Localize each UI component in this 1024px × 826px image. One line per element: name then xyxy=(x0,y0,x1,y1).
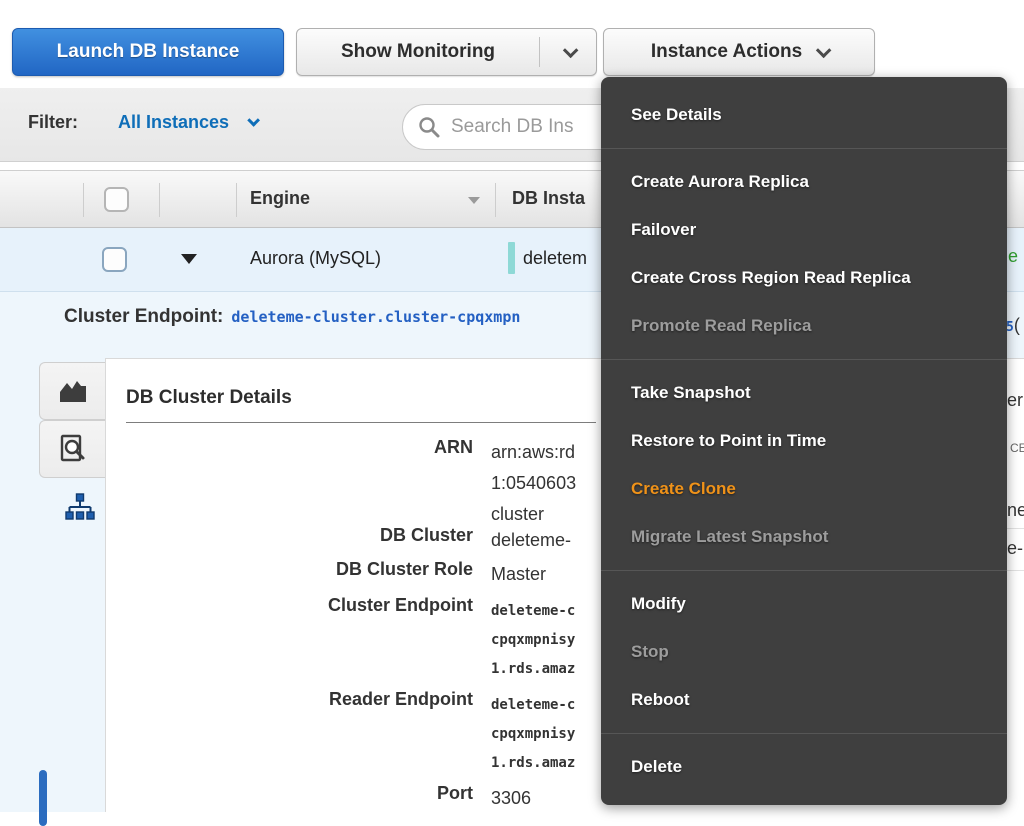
field-value-arn: arn:aws:rd 1:0540603 cluster xyxy=(491,437,576,530)
menu-divider xyxy=(601,359,1007,360)
chevron-down-icon xyxy=(247,114,260,127)
menu-item-delete[interactable]: Delete xyxy=(601,743,1007,791)
monitoring-chart-icon xyxy=(58,378,88,404)
show-monitoring-button[interactable]: Show Monitoring xyxy=(296,28,597,76)
field-value-db-cluster: deleteme- xyxy=(491,525,571,556)
log-search-icon xyxy=(59,434,87,464)
instance-filter-value: All Instances xyxy=(118,112,229,133)
tab-monitoring[interactable] xyxy=(39,362,105,420)
sort-caret-icon[interactable] xyxy=(468,197,480,204)
menu-item-stop: Stop xyxy=(601,628,1007,676)
menu-item-see-details[interactable]: See Details xyxy=(601,91,1007,139)
menu-item-take-snapshot[interactable]: Take Snapshot xyxy=(601,369,1007,417)
search-icon xyxy=(417,115,441,139)
field-label-db-cluster: DB Cluster xyxy=(213,525,473,546)
value-tail-fragment-2: e- xyxy=(1007,538,1023,559)
field-label-reader-endpoint: Reader Endpoint xyxy=(213,689,473,710)
filter-label: Filter: xyxy=(28,112,78,133)
menu-item-migrate-latest-snapshot: Migrate Latest Snapshot xyxy=(601,513,1007,561)
menu-item-modify[interactable]: Modify xyxy=(601,580,1007,628)
instance-actions-menu: See Details Create Aurora Replica Failov… xyxy=(601,77,1007,805)
tab-cluster-topology[interactable] xyxy=(47,478,113,536)
field-label-db-cluster-role: DB Cluster Role xyxy=(213,559,473,580)
menu-item-restore-to-point-in-time[interactable]: Restore to Point in Time xyxy=(601,417,1007,465)
menu-item-failover[interactable]: Failover xyxy=(601,206,1007,254)
toolbar: Launch DB Instance Show Monitoring Insta… xyxy=(0,0,1024,88)
search-input[interactable] xyxy=(451,116,621,138)
row-checkbox[interactable] xyxy=(102,247,127,272)
column-divider xyxy=(236,183,237,217)
row-border-fragment xyxy=(1005,528,1024,529)
show-monitoring-caret[interactable] xyxy=(540,47,596,58)
cluster-endpoint-bar: Cluster Endpoint: deleteme-cluster.clust… xyxy=(64,306,520,328)
field-value-reader-endpoint: deleteme-c cpqxmpnisy 1.rds.amaz xyxy=(491,691,575,778)
menu-item-create-clone[interactable]: Create Clone xyxy=(601,465,1007,513)
menu-divider xyxy=(601,733,1007,734)
field-label-arn: ARN xyxy=(213,437,473,458)
row-status-fragment: e xyxy=(1008,246,1018,267)
show-monitoring-label: Show Monitoring xyxy=(297,41,539,63)
heading-tail-fragment: er xyxy=(1007,390,1023,411)
instance-actions-label: Instance Actions xyxy=(651,41,802,63)
row-db-instance-cell: deletem xyxy=(523,248,587,269)
chevron-down-icon xyxy=(562,42,578,58)
label-tail-fragment: CE xyxy=(1010,441,1024,455)
column-divider xyxy=(495,183,496,217)
select-all-checkbox[interactable] xyxy=(104,187,129,212)
panel-title-rule xyxy=(126,422,596,423)
instance-filter-dropdown[interactable]: All Instances xyxy=(118,112,256,133)
endpoint-tail-number: 5 xyxy=(1006,320,1014,335)
menu-item-create-aurora-replica[interactable]: Create Aurora Replica xyxy=(601,158,1007,206)
field-value-db-cluster-role: Master xyxy=(491,559,546,590)
row-expand-caret-icon[interactable] xyxy=(181,254,197,264)
column-divider xyxy=(83,183,84,217)
column-header-db-instance[interactable]: DB Insta xyxy=(512,188,585,209)
field-label-cluster-endpoint: Cluster Endpoint xyxy=(213,595,473,616)
menu-item-create-cross-region-read-replica[interactable]: Create Cross Region Read Replica xyxy=(601,254,1007,302)
selected-tab-indicator xyxy=(39,770,47,826)
endpoint-tail-fragment: 5( xyxy=(1006,315,1020,336)
launch-db-instance-button[interactable]: Launch DB Instance xyxy=(12,28,284,76)
menu-item-reboot[interactable]: Reboot xyxy=(601,676,1007,724)
row-border-fragment xyxy=(1005,570,1024,571)
row-status-marker xyxy=(508,242,515,274)
tab-logs[interactable] xyxy=(39,420,105,478)
instance-actions-button[interactable]: Instance Actions xyxy=(603,28,875,76)
panel-title: DB Cluster Details xyxy=(126,387,292,409)
field-label-port: Port xyxy=(213,783,473,804)
field-value-cluster-endpoint: deleteme-c cpqxmpnisy 1.rds.amaz xyxy=(491,597,575,684)
menu-divider xyxy=(601,148,1007,149)
cluster-endpoint-label: Cluster Endpoint: xyxy=(64,306,223,328)
chevron-down-icon xyxy=(816,42,832,58)
value-tail-fragment-1: ne xyxy=(1007,500,1024,521)
menu-item-promote-read-replica: Promote Read Replica xyxy=(601,302,1007,350)
column-header-engine[interactable]: Engine xyxy=(250,188,310,209)
row-engine-cell: Aurora (MySQL) xyxy=(250,248,381,269)
endpoint-tail-paren: ( xyxy=(1014,315,1020,335)
cluster-endpoint-value: deleteme-cluster.cluster-cpqxmpn xyxy=(231,308,520,326)
field-value-port: 3306 xyxy=(491,783,531,814)
column-divider xyxy=(159,183,160,217)
menu-divider xyxy=(601,570,1007,571)
cluster-tree-icon xyxy=(65,493,95,521)
